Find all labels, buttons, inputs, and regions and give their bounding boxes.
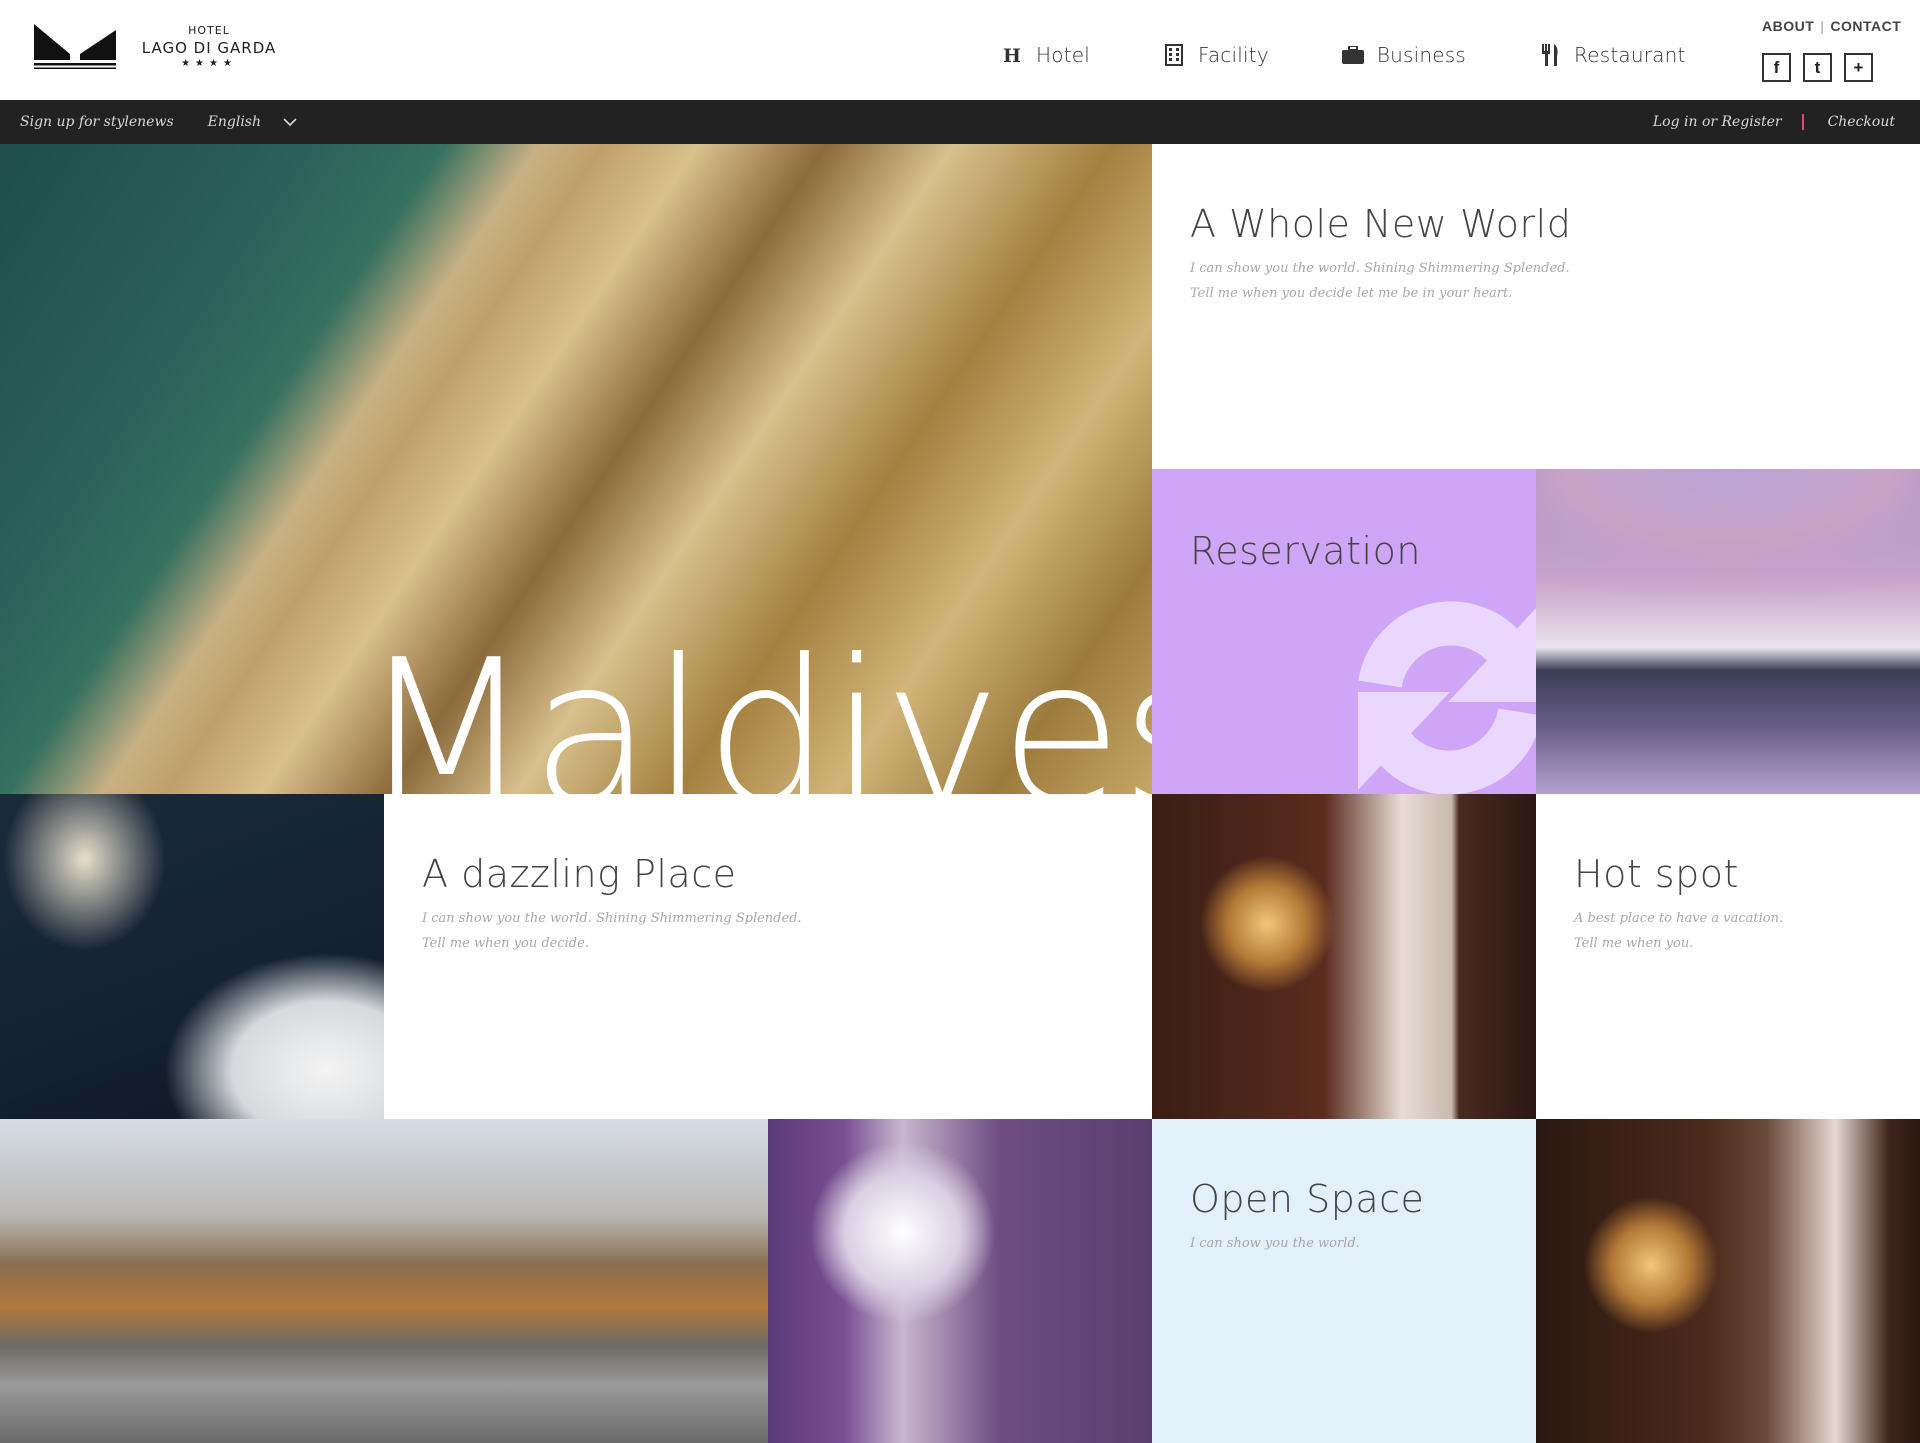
language-select[interactable]: English xyxy=(208,114,297,130)
contact-link[interactable]: CONTACT xyxy=(1830,18,1901,34)
hot-spot-text: A best place to have a vacation. Tell me… xyxy=(1574,906,1783,956)
reservation-title: Reservation xyxy=(1190,529,1421,573)
refresh-icon xyxy=(1358,601,1536,794)
nav-item-restaurant[interactable]: Restaurant xyxy=(1538,38,1686,72)
dazzling-place-line-1: I can show you the world. Shining Shimme… xyxy=(422,911,802,926)
chevron-down-icon xyxy=(283,118,297,127)
building-icon xyxy=(1162,43,1186,67)
open-space-line-1: I can show you the world. xyxy=(1190,1236,1360,1251)
open-space-tile[interactable]: Open Space I can show you the world. xyxy=(1152,1119,1536,1443)
top-links: ABOUT | CONTACT xyxy=(1762,18,1901,34)
dazzling-place-line-2: Tell me when you decide. xyxy=(422,936,589,951)
nav-label-restaurant: Restaurant xyxy=(1574,43,1686,67)
login-register-link[interactable]: Log in or Register xyxy=(1653,114,1782,130)
hero-overlay-title: Maldives xyxy=(360,617,1152,795)
sub-bar-divider xyxy=(1801,114,1804,130)
dazzling-place-title: A dazzling Place xyxy=(422,852,737,896)
about-link[interactable]: ABOUT xyxy=(1762,18,1814,34)
dazzling-place-text: I can show you the world. Shining Shimme… xyxy=(422,906,802,956)
logo-mark-icon xyxy=(34,24,116,69)
reservation-tile[interactable]: Reservation xyxy=(1152,469,1536,794)
main-nav: H Hotel Facility Business Restaurant xyxy=(1000,38,1686,72)
site-header: HOTEL LAGO DI GARDA ★★★★ H Hotel Facilit… xyxy=(0,0,1920,100)
logo-hotel-label: HOTEL xyxy=(188,24,230,37)
whole-new-world-title: A Whole New World xyxy=(1190,202,1572,246)
briefcase-icon xyxy=(1341,43,1365,67)
whole-new-world-text: I can show you the world. Shining Shimme… xyxy=(1190,256,1570,306)
logo-text: HOTEL LAGO DI GARDA ★★★★ xyxy=(134,24,284,69)
facebook-icon[interactable]: f xyxy=(1762,53,1791,82)
logo-stars: ★★★★ xyxy=(181,58,237,69)
hero-hotel-image[interactable]: Maldives xyxy=(0,144,1152,794)
whole-new-world-tile[interactable]: A Whole New World I can show you the wor… xyxy=(1152,144,1920,469)
language-value: English xyxy=(207,114,261,130)
logo-hotel-name: LAGO DI GARDA xyxy=(141,39,277,57)
social-links: f t + xyxy=(1762,53,1873,82)
open-space-text: I can show you the world. xyxy=(1190,1231,1360,1256)
lounge-image-2[interactable] xyxy=(1536,1119,1920,1443)
hotel-h-icon: H xyxy=(1000,43,1024,67)
bedroom-image[interactable] xyxy=(0,794,384,1119)
sub-bar-right: Log in or Register Checkout xyxy=(1653,100,1895,144)
nav-label-facility: Facility xyxy=(1197,43,1269,67)
mountain-terrace-image[interactable] xyxy=(0,1119,768,1443)
purple-room-image[interactable] xyxy=(768,1119,1152,1443)
checkout-link[interactable]: Checkout xyxy=(1828,114,1895,130)
nav-label-hotel: Hotel xyxy=(1036,43,1090,67)
whole-new-world-line-2: Tell me when you decide let me be in you… xyxy=(1190,286,1513,301)
sub-bar-left: Sign up for stylenews English xyxy=(20,100,297,144)
hot-spot-tile[interactable]: Hot spot A best place to have a vacation… xyxy=(1536,794,1920,1119)
sub-bar: Sign up for stylenews English Log in or … xyxy=(0,100,1920,144)
hot-spot-line-1: A best place to have a vacation. xyxy=(1574,911,1784,926)
nav-item-facility[interactable]: Facility xyxy=(1162,38,1269,72)
nav-item-business[interactable]: Business xyxy=(1341,38,1466,72)
whole-new-world-line-1: I can show you the world. Shining Shimme… xyxy=(1190,261,1570,276)
nav-item-hotel[interactable]: H Hotel xyxy=(1000,38,1090,72)
svg-text:H: H xyxy=(1003,45,1021,65)
newsletter-signup-link[interactable]: Sign up for stylenews xyxy=(20,114,174,130)
plus-icon[interactable]: + xyxy=(1844,53,1873,82)
nav-label-business: Business xyxy=(1376,43,1467,67)
pool-image[interactable] xyxy=(1536,469,1920,794)
top-links-separator: | xyxy=(1820,18,1825,34)
lounge-image[interactable] xyxy=(1152,794,1536,1119)
twitter-icon[interactable]: t xyxy=(1803,53,1832,82)
open-space-title: Open Space xyxy=(1190,1177,1425,1221)
hot-spot-title: Hot spot xyxy=(1574,852,1739,896)
dazzling-place-tile[interactable]: A dazzling Place I can show you the worl… xyxy=(384,794,1152,1119)
hot-spot-line-2: Tell me when you. xyxy=(1574,936,1694,951)
fork-knife-icon xyxy=(1538,43,1562,67)
